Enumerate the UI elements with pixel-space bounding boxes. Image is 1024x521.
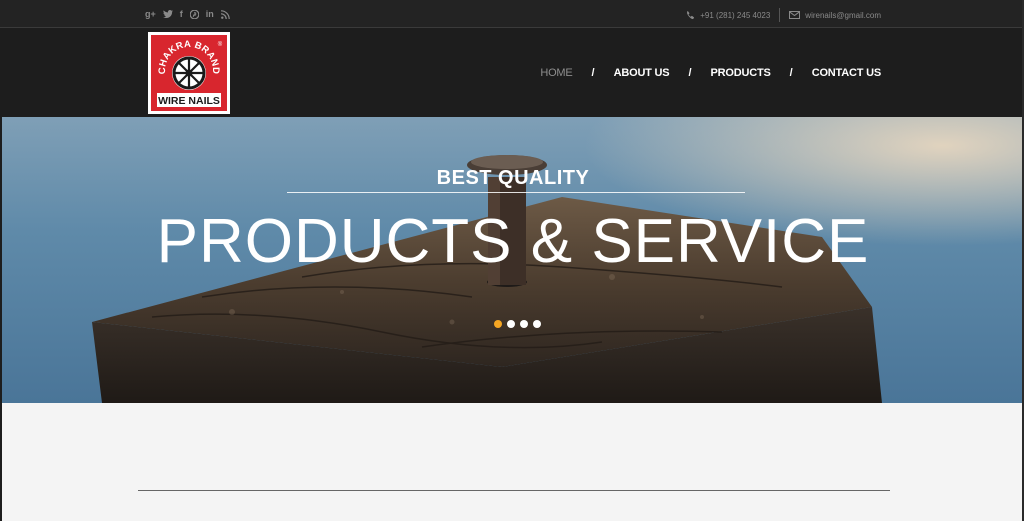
nav-separator: /: [688, 67, 692, 79]
main-nav: HOME / ABOUT US / PRODUCTS / CONTACT US: [540, 67, 881, 79]
contact-info: +91 (281) 245 4023 wirenails@gmail.com: [686, 8, 881, 22]
nav-contact-us[interactable]: CONTACT US: [812, 67, 881, 79]
logo-bottom-text: WIRE NAILS: [158, 95, 220, 107]
slider-dot[interactable]: [507, 320, 515, 328]
hero-divider: [287, 192, 745, 193]
slider-dot[interactable]: [520, 320, 528, 328]
linkedin-icon[interactable]: in: [206, 9, 214, 19]
phone-number: +91 (281) 245 4023: [700, 10, 771, 20]
slider-pagination: [494, 320, 541, 328]
phone-item[interactable]: +91 (281) 245 4023: [686, 11, 770, 20]
content-section: [2, 403, 1024, 521]
site-header: CHAKRA BRAND ® WIRE NAILS HOME / ABOUT U…: [0, 29, 1024, 117]
social-links: g+ f in: [145, 9, 230, 19]
slider-dot[interactable]: [533, 320, 541, 328]
nav-about-us[interactable]: ABOUT US: [614, 67, 670, 79]
google-plus-icon[interactable]: g+: [145, 9, 156, 19]
facebook-icon[interactable]: f: [180, 9, 183, 19]
nav-home[interactable]: HOME: [540, 67, 572, 79]
top-bar: g+ f in +91 (281) 245 4023 wirenails@gma…: [0, 0, 1024, 28]
nav-separator: /: [591, 67, 595, 79]
pinterest-icon[interactable]: [189, 9, 199, 19]
contact-divider: [779, 8, 781, 22]
rss-icon[interactable]: [220, 9, 230, 19]
hero-slider: BEST QUALITY PRODUCTS & SERVICE: [2, 117, 1024, 403]
twitter-icon[interactable]: [162, 9, 173, 19]
email-address: wirenails@gmail.com: [805, 10, 881, 20]
envelope-icon: [789, 11, 801, 19]
nav-separator: /: [789, 67, 793, 79]
nav-products[interactable]: PRODUCTS: [711, 67, 771, 79]
email-item[interactable]: wirenails@gmail.com: [789, 11, 881, 20]
slider-dot[interactable]: [494, 320, 502, 328]
hero-subtitle: BEST QUALITY: [436, 167, 590, 189]
logo-badge: CHAKRA BRAND ® WIRE NAILS: [151, 35, 227, 111]
hero-title: PRODUCTS & SERVICE: [156, 207, 870, 276]
phone-icon: [687, 10, 695, 19]
registered-mark: ®: [218, 41, 223, 48]
chakra-wheel-logo: CHAKRA BRAND ® WIRE NAILS: [153, 37, 225, 109]
logo[interactable]: CHAKRA BRAND ® WIRE NAILS: [148, 32, 230, 114]
section-divider: [138, 490, 890, 491]
